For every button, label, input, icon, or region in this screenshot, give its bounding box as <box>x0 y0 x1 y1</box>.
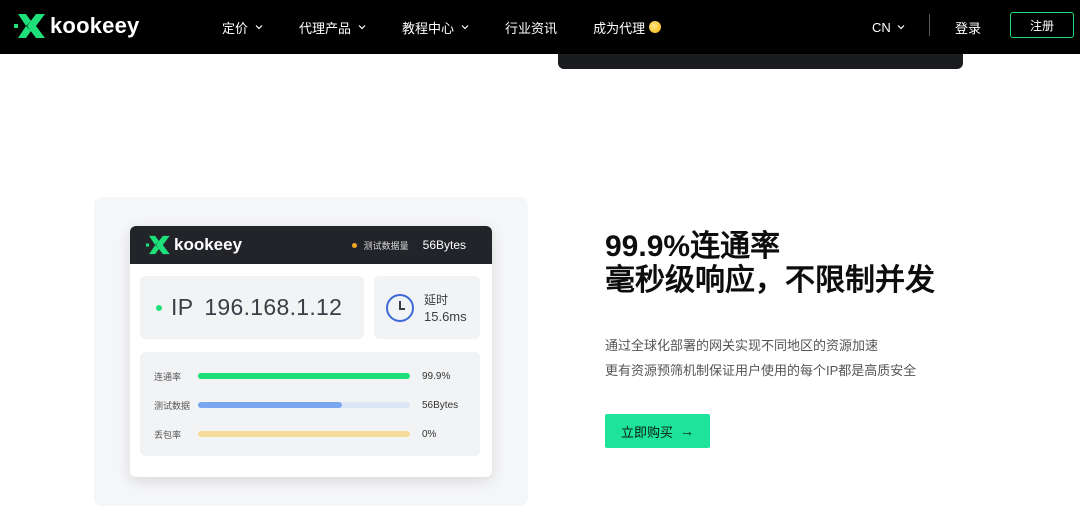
language-selector[interactable]: CN <box>872 0 905 54</box>
stat-label: 测试数据 <box>154 400 191 411</box>
previous-section-panel-edge <box>558 54 963 69</box>
nav-item-label: 定价 <box>222 20 249 36</box>
stat-bar-track <box>198 373 410 379</box>
language-label: CN <box>872 19 891 35</box>
chevron-down-icon <box>461 25 469 30</box>
stat-value: 0% <box>422 428 437 440</box>
stat-bar-track <box>198 431 410 437</box>
ip-display: IP 196.168.1.12 <box>140 276 364 339</box>
card-brand-name: kookeey <box>174 235 243 254</box>
latency-label: 延时 <box>424 293 449 307</box>
register-button[interactable]: 注册 <box>1010 12 1074 38</box>
brand-name: kookeey <box>50 13 140 38</box>
stat-bar-fill <box>198 402 343 408</box>
status-dot-icon <box>351 242 357 248</box>
stat-bar-fill <box>198 373 408 379</box>
stat-bar-track <box>198 402 410 408</box>
section-headline: 99.9%连通率 毫秒级响应，不限制并发 <box>605 230 935 298</box>
kookeey-logo-icon <box>146 235 170 255</box>
stat-row-connectivity: 连通率 99.9% <box>154 369 470 383</box>
nav-item-label: 成为代理 <box>593 20 646 36</box>
main-menu: 定价 代理产品 教程中心 行业资讯 成为代理 <box>222 0 697 54</box>
description-line-2: 更有资源预筛机制保证用户使用的每个IP都是高质安全 <box>605 363 917 378</box>
section-description: 通过全球化部署的网关实现不同地区的资源加速 更有资源预筛机制保证用户使用的每个I… <box>605 333 916 383</box>
stat-row-test-data: 测试数据 56Bytes <box>154 398 470 412</box>
card-logo: kookeey <box>146 235 242 255</box>
nav-item-tutorials[interactable]: 教程中心 <box>402 18 469 37</box>
metric-label: 测试数据量 <box>363 240 409 251</box>
stat-value: 56Bytes <box>422 399 459 411</box>
nav-item-label: 行业资讯 <box>505 20 558 36</box>
nav-divider <box>929 14 930 36</box>
headline-line-2: 毫秒级响应，不限制并发 <box>605 264 935 297</box>
brand-logo[interactable]: kookeey <box>14 11 139 41</box>
nav-item-label: 教程中心 <box>402 20 455 36</box>
top-navbar: kookeey 定价 代理产品 教程中心 行业资讯 成为代理 CN 登录 注册 <box>0 0 1080 54</box>
buy-now-button[interactable]: 立即购买 → <box>605 414 710 448</box>
online-dot-icon <box>156 304 162 311</box>
chevron-down-icon <box>358 25 366 30</box>
chevron-down-icon <box>255 25 263 30</box>
register-label: 注册 <box>1029 18 1054 33</box>
latency-value: 15.6ms <box>424 309 467 324</box>
nav-item-become-agent[interactable]: 成为代理 <box>593 18 662 37</box>
nav-item-pricing[interactable]: 定价 <box>222 18 263 37</box>
stat-bar-fill <box>198 431 410 437</box>
stats-panel: 连通率 99.9% 测试数据 56Bytes 丢包率 0% <box>140 352 480 456</box>
login-label: 登录 <box>955 20 982 36</box>
nav-item-label: 代理产品 <box>299 20 352 36</box>
ip-address: 196.168.1.12 <box>204 294 343 320</box>
stat-label: 连通率 <box>154 371 182 382</box>
nav-item-proxy-products[interactable]: 代理产品 <box>299 18 366 37</box>
coin-icon <box>649 21 662 33</box>
kookeey-logo-icon <box>14 14 45 38</box>
ip-label: IP <box>171 294 194 320</box>
chevron-down-icon <box>897 25 905 30</box>
stat-label: 丢包率 <box>154 429 182 440</box>
headline-line-1: 99.9%连通率 <box>605 230 781 263</box>
test-data-metric: 测试数据量 56Bytes <box>351 226 466 264</box>
proxy-test-card: kookeey 测试数据量 56Bytes IP 196.168.1.12 延时… <box>130 226 492 477</box>
metric-value: 56Bytes <box>422 238 466 252</box>
stat-row-packet-loss: 丢包率 0% <box>154 427 470 441</box>
stat-value: 99.9% <box>422 370 451 382</box>
login-link[interactable]: 登录 <box>955 0 981 54</box>
buy-now-label: 立即购买 <box>620 424 673 440</box>
nav-item-industry-news[interactable]: 行业资讯 <box>505 18 557 37</box>
clock-icon <box>386 293 414 322</box>
description-line-1: 通过全球化部署的网关实现不同地区的资源加速 <box>605 338 879 353</box>
latency-display: 延时 15.6ms <box>374 276 480 339</box>
card-header: kookeey 测试数据量 56Bytes <box>130 226 492 264</box>
arrow-right-icon: → <box>680 423 694 439</box>
